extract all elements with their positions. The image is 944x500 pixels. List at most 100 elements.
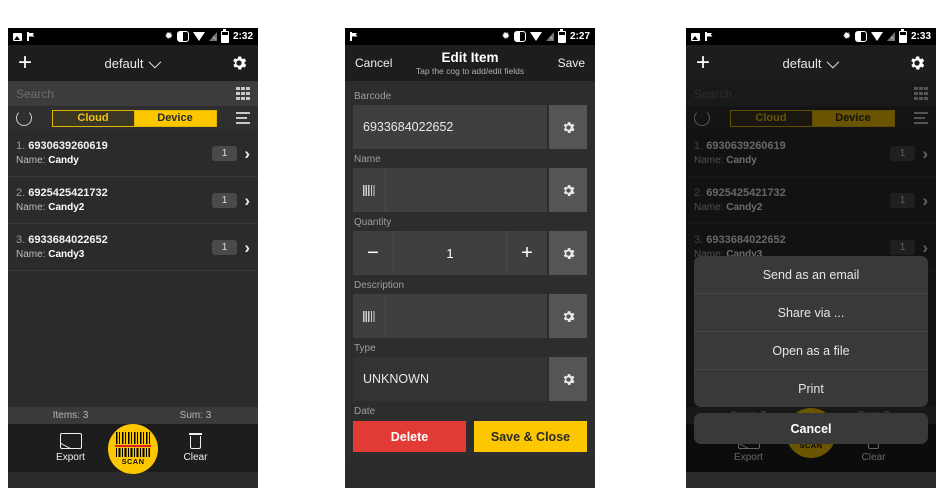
stats-bar: Items: 3 Sum: 3	[8, 407, 258, 424]
row-quantity[interactable]: 1	[889, 145, 916, 161]
page-subtitle: Tap the cog to add/edit fields	[415, 66, 525, 76]
gear-icon[interactable]	[549, 231, 587, 275]
page-title: Edit Item	[441, 50, 499, 65]
table-row[interactable]: 1. 6930639260619 Name: Candy 1 ›	[686, 130, 936, 177]
chevron-right-icon[interactable]: ›	[244, 145, 250, 162]
add-button[interactable]: +	[18, 51, 32, 75]
list-icon[interactable]	[914, 112, 928, 124]
gear-icon[interactable]	[908, 54, 926, 72]
row-name-line: Name: Candy3	[16, 249, 212, 260]
field-label-description: Description	[354, 280, 405, 291]
save-close-button[interactable]: Save & Close	[474, 421, 587, 452]
name-field[interactable]	[386, 168, 547, 212]
barcode-field[interactable]: 6933684022652	[353, 105, 547, 149]
tab-cloud[interactable]: Cloud	[729, 109, 812, 127]
cancel-button[interactable]: Cancel	[355, 56, 397, 70]
row-barcode: 6925425421732	[706, 187, 786, 199]
status-time: 2:33	[910, 31, 931, 42]
row-barcode: 6930639260619	[28, 140, 108, 152]
search-input[interactable]: Search	[694, 87, 914, 101]
tab-device[interactable]: Device	[133, 109, 217, 127]
status-bar: ✹ 2:32	[8, 28, 258, 45]
row-barcode: 6933684022652	[706, 234, 786, 246]
type-field[interactable]: UNKNOWN	[353, 357, 547, 401]
row-name-line: Name: Candy	[694, 155, 890, 166]
chevron-right-icon[interactable]: ›	[244, 192, 250, 209]
scan-button[interactable]: SCAN	[108, 424, 158, 474]
scan-laser-line	[115, 445, 151, 447]
database-selector[interactable]: default	[710, 55, 908, 71]
grid-icon[interactable]	[236, 86, 250, 101]
gear-icon[interactable]	[549, 105, 587, 149]
status-bar-left	[350, 32, 358, 41]
dialog-cancel-button[interactable]: Cancel	[694, 413, 928, 444]
table-row[interactable]: 3. 6933684022652 Name: Candy3 1 ›	[8, 224, 258, 271]
image-icon	[13, 32, 22, 41]
dialog-option-share-via[interactable]: Share via ...	[694, 294, 928, 332]
row-quantity[interactable]: 1	[211, 239, 238, 255]
app-bar: + default	[686, 45, 936, 81]
list-icon[interactable]	[236, 112, 250, 124]
gear-icon[interactable]	[230, 54, 248, 72]
edit-form: Barcode 6933684022652 Name Quantity − 1 …	[345, 81, 595, 458]
gear-icon[interactable]	[549, 357, 587, 401]
row-quantity[interactable]: 1	[211, 145, 238, 161]
row-index: 3.	[16, 234, 26, 246]
quantity-value[interactable]: 1	[394, 231, 506, 275]
source-segmented-control[interactable]: Cloud Device	[51, 109, 217, 127]
table-row[interactable]: 1. 6930639260619 Name: Candy 1 ›	[8, 130, 258, 177]
add-button[interactable]: +	[696, 51, 710, 75]
phone-screen-list: ✹ 2:32 + default Search Cloud Device 1. …	[8, 28, 258, 488]
row-quantity[interactable]: 1	[889, 239, 916, 255]
dialog-option-send-email[interactable]: Send as an email	[694, 256, 928, 294]
dialog-option-open-as-file[interactable]: Open as a file	[694, 332, 928, 370]
status-bar-right: ✹ 2:27	[501, 28, 590, 43]
search-bar[interactable]: Search	[686, 81, 936, 106]
barcode-icon-lower	[116, 447, 150, 457]
phone-screen-share-dialog: ✹ 2:33 + default Search Cloud Device 1. …	[686, 28, 936, 488]
image-icon	[691, 32, 700, 41]
chevron-right-icon[interactable]: ›	[244, 239, 250, 256]
tab-device[interactable]: Device	[811, 109, 895, 127]
gear-icon[interactable]	[549, 294, 587, 338]
barcode-scan-icon[interactable]	[353, 294, 386, 338]
refresh-icon[interactable]	[694, 110, 710, 126]
table-row[interactable]: 2. 6925425421732 Name: Candy2 1 ›	[8, 177, 258, 224]
vibrate-icon	[854, 31, 867, 42]
list-empty-space	[8, 271, 258, 407]
search-bar[interactable]: Search	[8, 81, 258, 106]
quantity-decrement-button[interactable]: −	[353, 231, 394, 275]
chevron-right-icon[interactable]: ›	[922, 145, 928, 162]
row-quantity[interactable]: 1	[889, 192, 916, 208]
table-row[interactable]: 2. 6925425421732 Name: Candy2 1 ›	[686, 177, 936, 224]
barcode-scan-icon[interactable]	[353, 168, 386, 212]
gear-icon[interactable]	[549, 168, 587, 212]
status-time: 2:27	[569, 31, 590, 42]
wifi-icon	[192, 32, 205, 41]
description-field[interactable]	[386, 294, 547, 338]
edit-action-buttons: Delete Save & Close	[353, 421, 587, 452]
quantity-increment-button[interactable]: +	[506, 231, 547, 275]
source-segmented-control[interactable]: Cloud Device	[729, 109, 895, 127]
row-quantity[interactable]: 1	[211, 192, 238, 208]
row-name-value: Candy2	[726, 202, 763, 213]
save-button[interactable]: Save	[543, 56, 585, 70]
database-name: default	[782, 55, 822, 71]
row-barcode-line: 3. 6933684022652	[694, 234, 890, 246]
signal-icon	[208, 32, 217, 41]
row-text: 1. 6930639260619 Name: Candy	[16, 140, 212, 166]
chevron-right-icon[interactable]: ›	[922, 192, 928, 209]
bluetooth-icon: ✹	[501, 31, 510, 42]
battery-icon	[557, 28, 566, 43]
refresh-icon[interactable]	[16, 110, 32, 126]
dialog-option-print[interactable]: Print	[694, 370, 928, 407]
grid-icon[interactable]	[914, 86, 928, 101]
tab-cloud[interactable]: Cloud	[51, 109, 134, 127]
flag-icon	[350, 32, 358, 41]
chevron-right-icon[interactable]: ›	[922, 239, 928, 256]
search-input[interactable]: Search	[16, 87, 236, 101]
export-label: Export	[734, 452, 763, 463]
bluetooth-icon: ✹	[164, 31, 173, 42]
database-selector[interactable]: default	[32, 55, 230, 71]
delete-button[interactable]: Delete	[353, 421, 466, 452]
